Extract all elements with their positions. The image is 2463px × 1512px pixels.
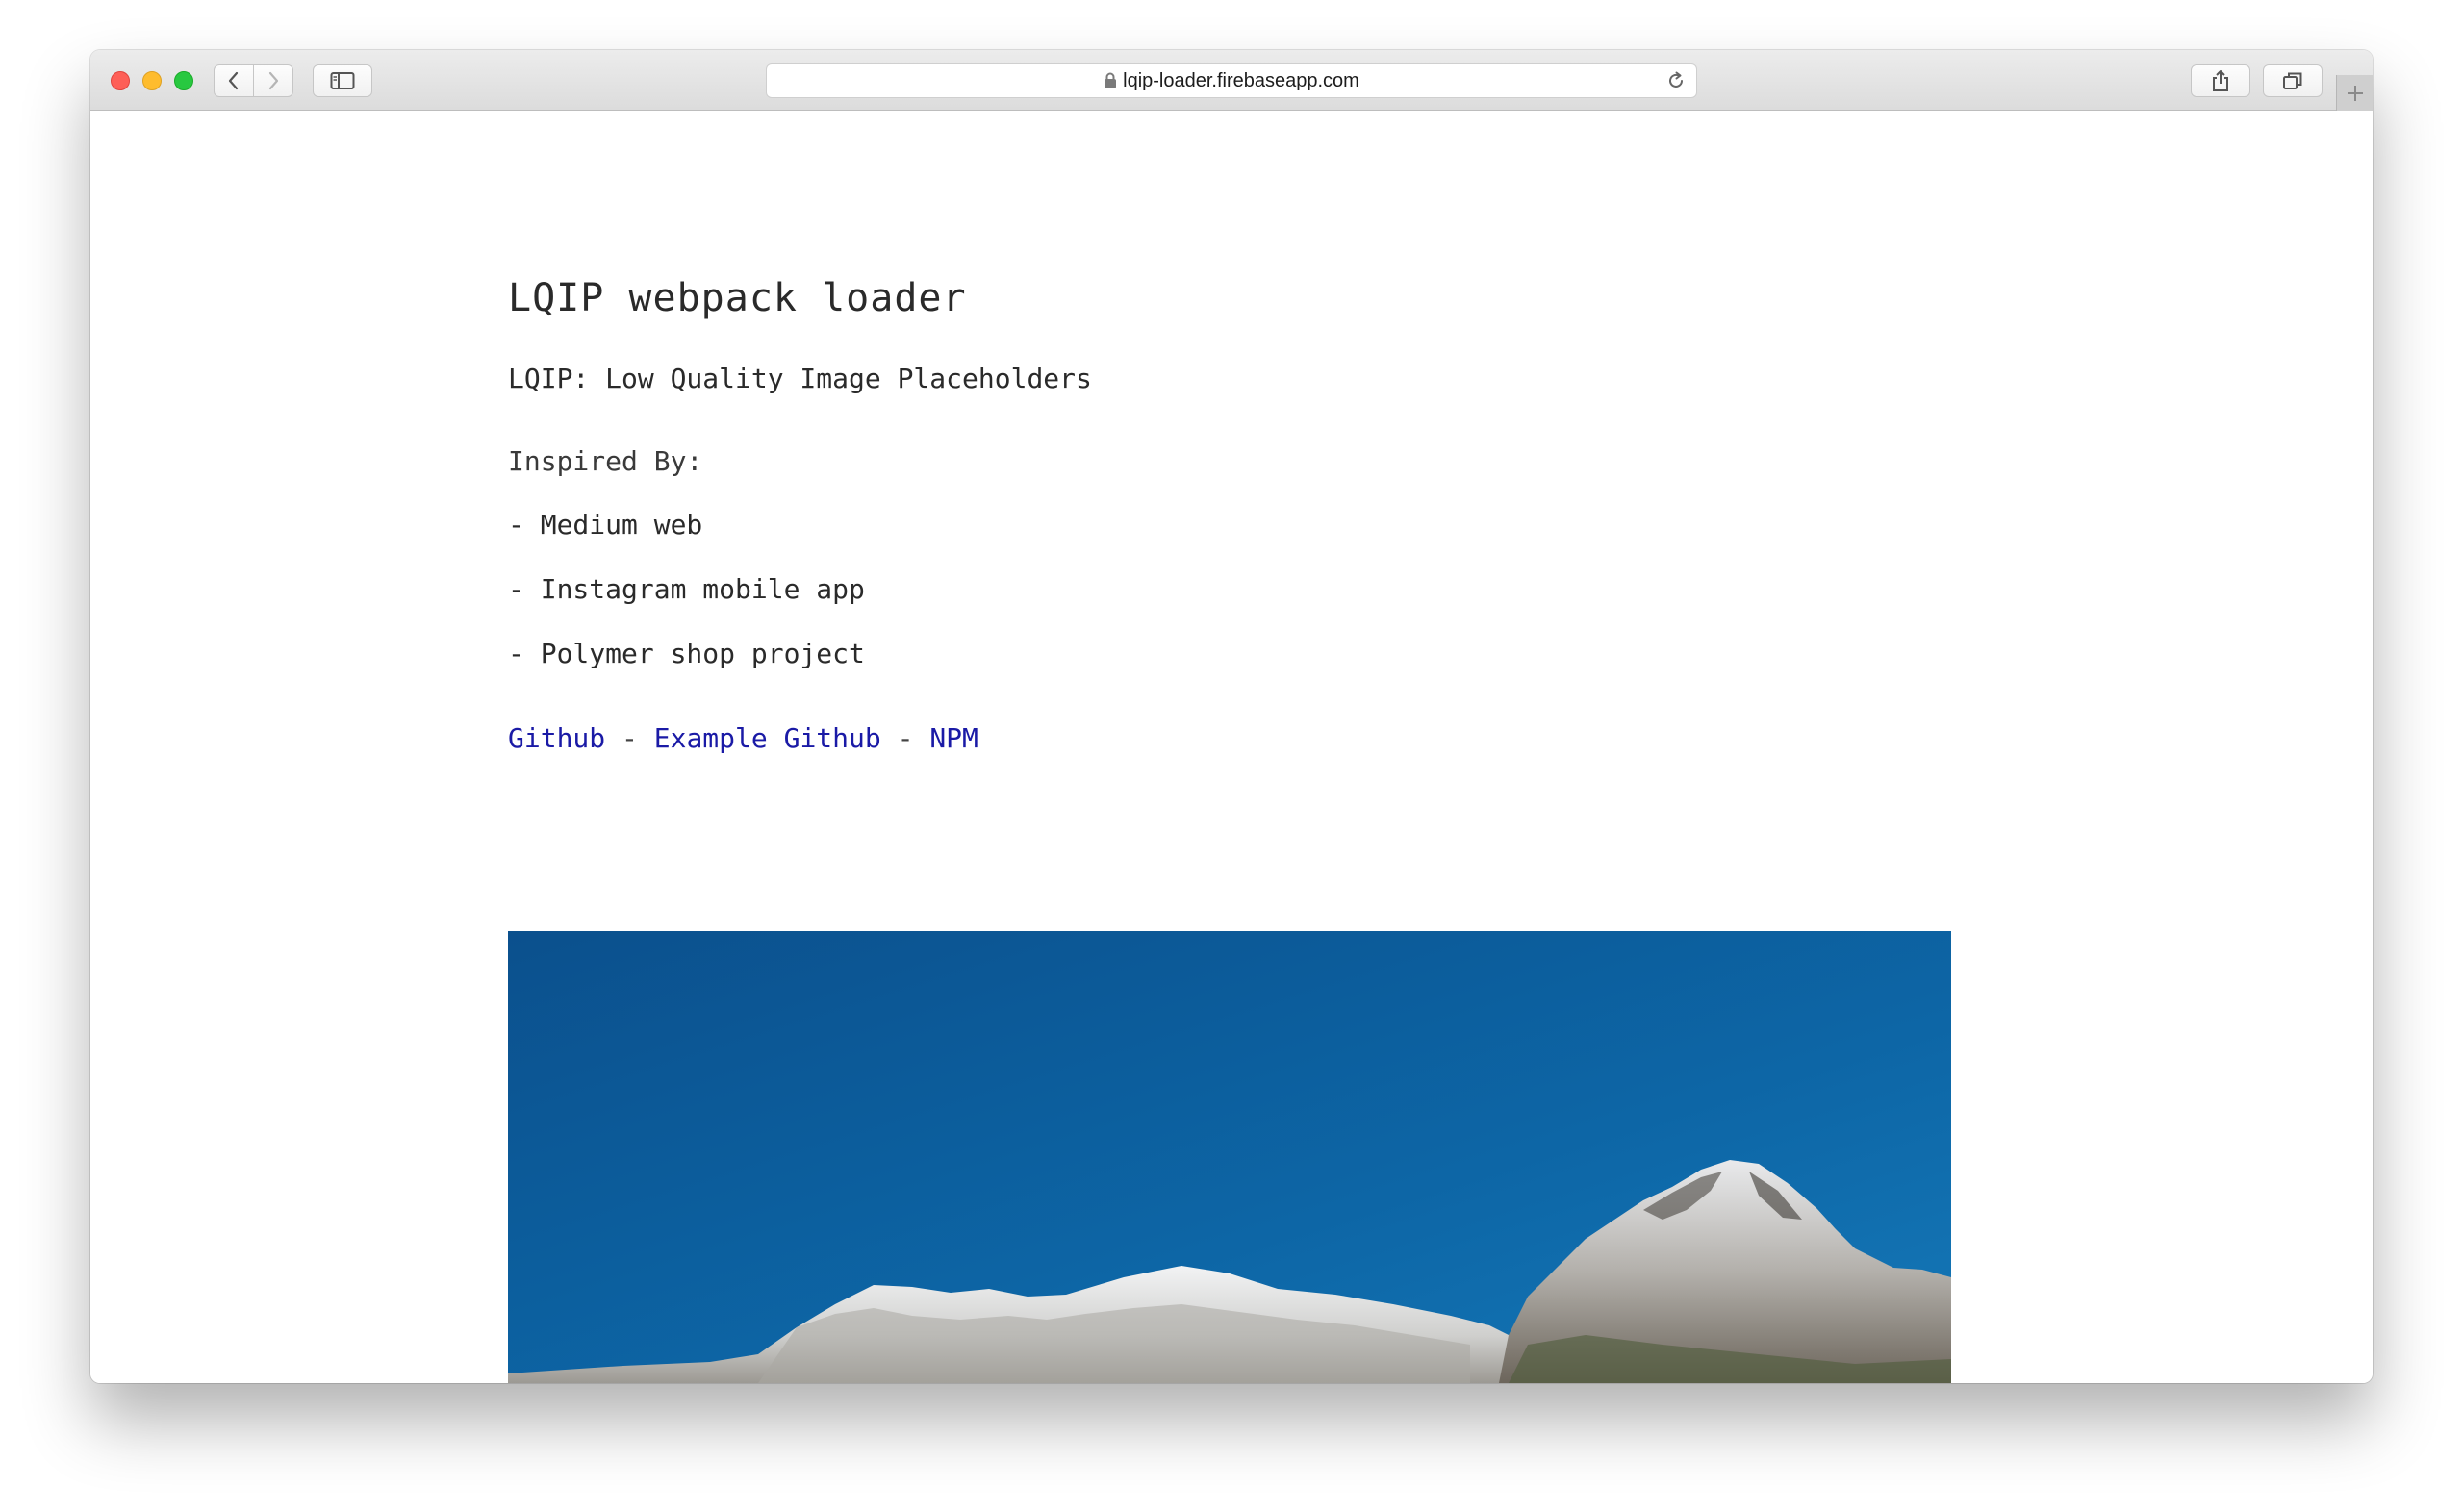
tabs-icon — [2283, 72, 2302, 89]
inspiration-item: - Instagram mobile app — [508, 573, 865, 605]
mountain-landscape-image — [508, 931, 1951, 1383]
back-button[interactable] — [214, 64, 254, 97]
inspired-label: Inspired By: — [508, 445, 703, 477]
url-display[interactable]: lqip-loader.firebaseapp.com — [767, 64, 1696, 97]
browser-window: lqip-loader.firebaseapp.com LQIP webpack… — [90, 50, 2373, 1383]
forward-button[interactable] — [253, 64, 293, 97]
share-button[interactable] — [2191, 64, 2250, 97]
page-title: LQIP webpack loader — [508, 276, 967, 320]
inspiration-item: - Medium web — [508, 509, 703, 541]
zoom-window-button[interactable] — [174, 71, 193, 90]
show-tabs-button[interactable] — [2263, 64, 2323, 97]
github-link[interactable]: Github — [508, 722, 605, 754]
sidebar-button[interactable] — [313, 64, 372, 97]
browser-toolbar: lqip-loader.firebaseapp.com — [90, 50, 2373, 111]
plus-icon — [2347, 85, 2363, 101]
chevron-right-icon — [268, 71, 279, 90]
inspiration-item: - Polymer shop project — [508, 638, 865, 669]
new-tab-button[interactable] — [2336, 75, 2373, 111]
sidebar-icon — [330, 72, 355, 89]
project-links: Github - Example Github - NPM — [508, 722, 978, 754]
share-icon — [2213, 70, 2228, 91]
link-separator: - — [605, 722, 654, 754]
npm-link[interactable]: NPM — [929, 722, 978, 754]
minimize-window-button[interactable] — [142, 71, 162, 90]
page-content: LQIP webpack loader LQIP: Low Quality Im… — [90, 111, 2373, 1383]
lock-icon — [1104, 72, 1117, 89]
address-bar[interactable]: lqip-loader.firebaseapp.com — [766, 63, 1697, 98]
example-github-link[interactable]: Example Github — [654, 722, 881, 754]
url-text: lqip-loader.firebaseapp.com — [1123, 69, 1359, 91]
reload-icon[interactable] — [1665, 70, 1687, 91]
link-separator: - — [880, 722, 930, 754]
page-subtitle: LQIP: Low Quality Image Placeholders — [508, 363, 1092, 394]
close-window-button[interactable] — [111, 71, 130, 90]
hero-image — [508, 931, 1951, 1383]
chevron-left-icon — [228, 71, 239, 90]
